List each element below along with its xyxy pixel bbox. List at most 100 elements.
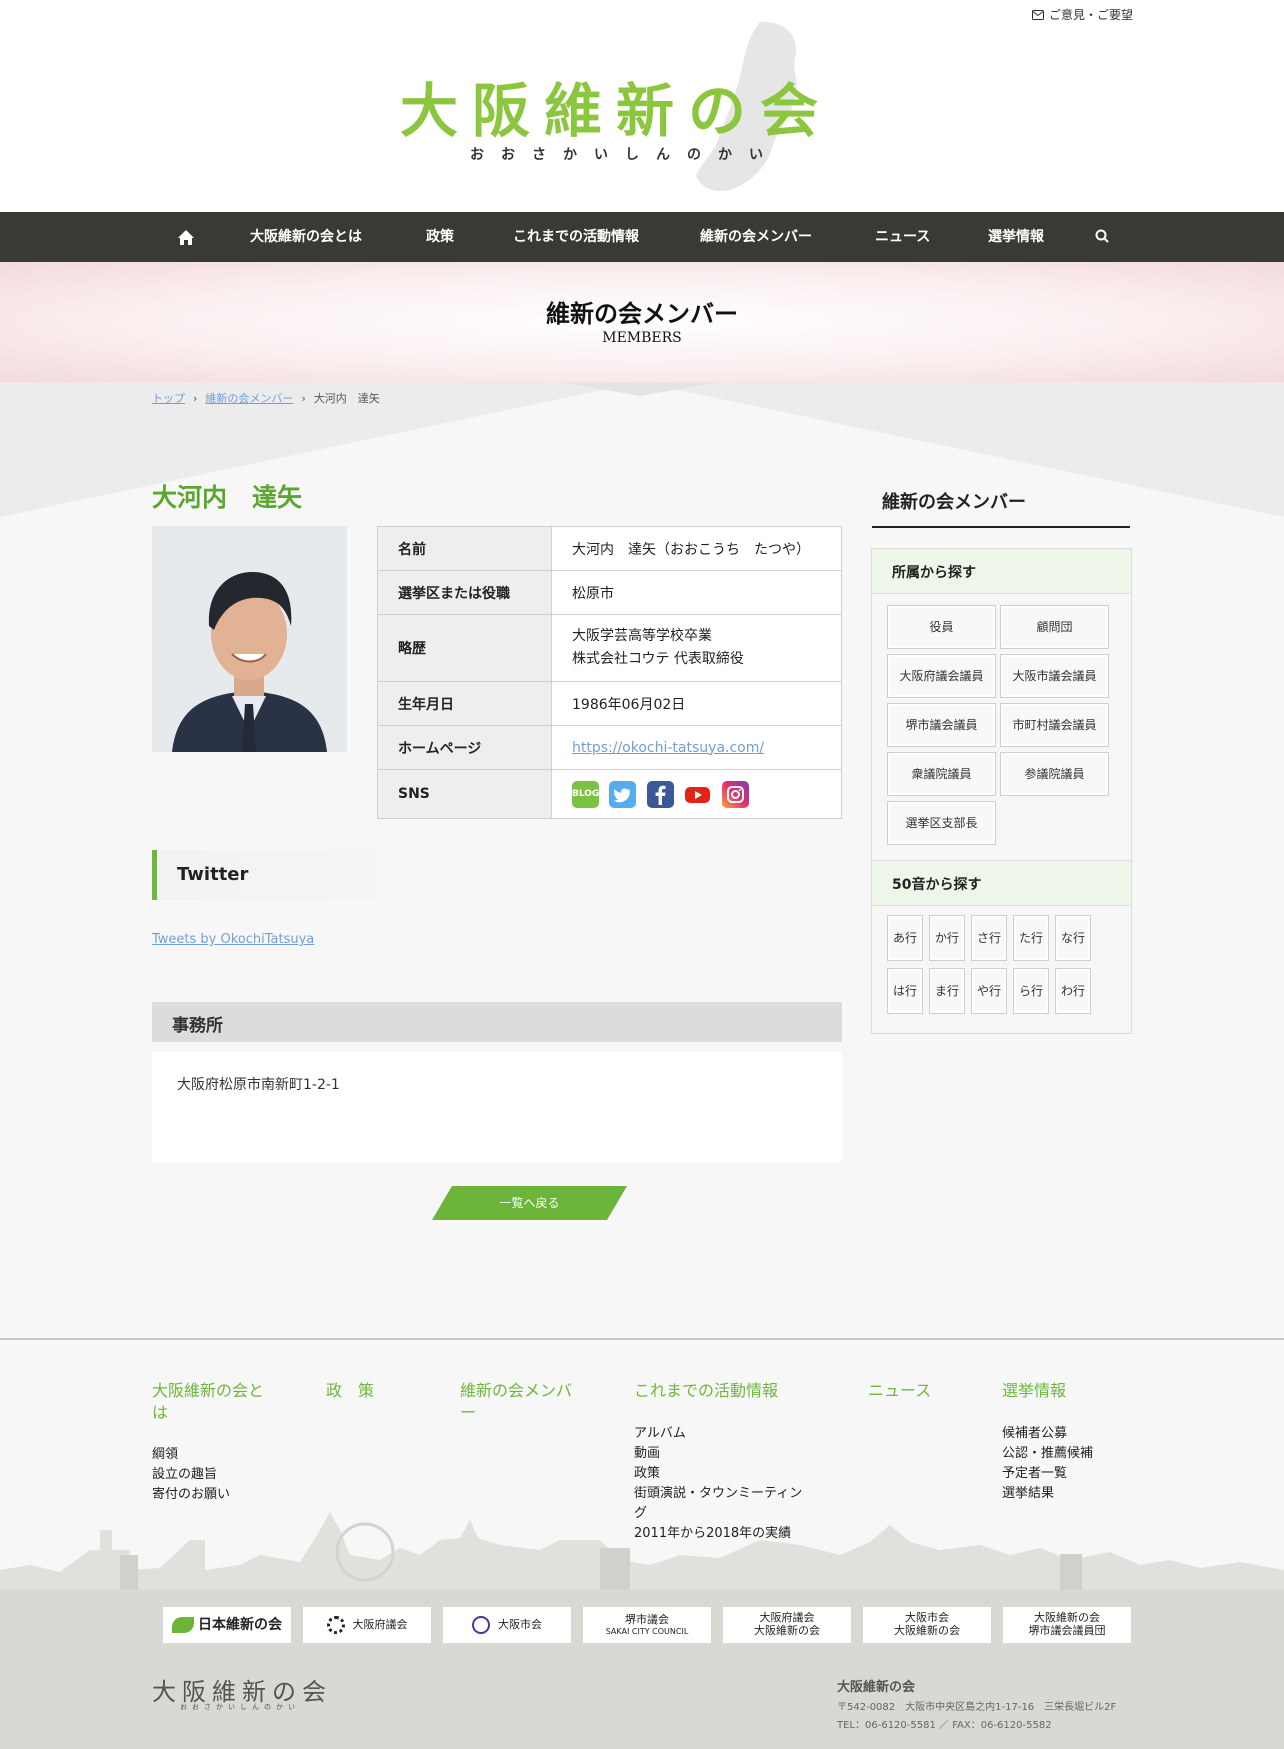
filter-sakai-assembly[interactable]: 堺市議会議員 (887, 703, 996, 747)
nav-about[interactable]: 大阪維新の会とは (250, 212, 362, 262)
footer-link[interactable]: 動画 (634, 1444, 660, 1464)
member-photo (152, 526, 347, 752)
facebook-icon[interactable] (646, 780, 674, 808)
partner-label: 日本維新の会 (198, 1616, 282, 1633)
profile-row: SNS BLOG (377, 769, 842, 819)
breadcrumb-top[interactable]: トップ (152, 390, 185, 406)
leaf-icon (172, 1617, 194, 1633)
footer-link[interactable]: アルバム (634, 1424, 686, 1444)
partner-label: 大阪市会 (498, 1617, 542, 1631)
profile-label: 生年月日 (377, 681, 552, 726)
instagram-icon[interactable] (721, 780, 749, 808)
footer-link[interactable]: 選挙結果 (1002, 1484, 1054, 1504)
footer-col-election[interactable]: 選挙情報 (1002, 1380, 1066, 1402)
partner-label: 大阪維新の会 (894, 1624, 960, 1637)
footer-link[interactable]: 街頭演説・タウンミーティング (634, 1484, 804, 1524)
kana-na[interactable]: な行 (1055, 915, 1091, 961)
nav-members[interactable]: 維新の会メンバー (700, 212, 812, 262)
footer-col-news[interactable]: ニュース (868, 1380, 931, 1402)
footer-address: 〒542-0082 大阪市中央区島之内1-17-16 三栄長堀ビル2F (837, 1702, 1117, 1713)
profile-label: 略歴 (377, 614, 552, 682)
home-icon[interactable] (177, 212, 195, 262)
emblem-icon (472, 1616, 490, 1634)
partner-nippon-ishin[interactable]: 日本維新の会 (163, 1607, 291, 1643)
filter-house-of-representatives[interactable]: 衆議院議員 (887, 752, 996, 796)
footer-col-members[interactable]: 維新の会メンバー (460, 1380, 580, 1424)
profile-row: 略歴 大阪学芸高等学校卒業 株式会社コウテ 代表取締役 (377, 614, 842, 682)
career-line: 大阪学芸高等学校卒業 (572, 628, 712, 644)
filter-house-of-councillors[interactable]: 参議院議員 (1000, 752, 1109, 796)
kana-ma[interactable]: ま行 (929, 968, 965, 1014)
profile-label: 選挙区または役職 (377, 570, 552, 615)
twitter-icon[interactable] (609, 780, 637, 808)
filter-prefectural-assembly[interactable]: 大阪府議会議員 (887, 654, 996, 698)
footer-link[interactable]: 候補者公募 (1002, 1424, 1067, 1444)
member-name: 大河内 達矢 (152, 483, 303, 512)
office-address: 大阪府松原市南新町1-2-1 (177, 1077, 340, 1093)
site-logo[interactable]: 大阪維新の会 おおさかいしんのかい (400, 18, 880, 198)
homepage-link[interactable]: https://okochi-tatsuya.com/ (572, 740, 764, 756)
footer-col-policy[interactable]: 政 策 (326, 1380, 374, 1402)
kana-sa[interactable]: さ行 (971, 915, 1007, 961)
partner-sakai-ishin-group[interactable]: 大阪維新の会 堺市議会議員団 (1003, 1607, 1131, 1643)
profile-value: 大河内 達矢（おおこうち たつや） (551, 526, 842, 571)
breadcrumb-members[interactable]: 維新の会メンバー (205, 390, 293, 406)
partner-osaka-city-council[interactable]: 大阪市会 (443, 1607, 571, 1643)
nav-activities[interactable]: これまでの活動情報 (513, 212, 639, 262)
kana-ta[interactable]: た行 (1013, 915, 1049, 961)
filter-branch-chiefs[interactable]: 選挙区支部長 (887, 801, 996, 845)
breadcrumb: トップ › 維新の会メンバー › 大河内 達矢 (152, 390, 380, 406)
filter-municipal-assembly[interactable]: 市町村議会議員 (1000, 703, 1109, 747)
partner-city-ishin-group[interactable]: 大阪市会 大阪維新の会 (863, 1607, 991, 1643)
kana-ya[interactable]: や行 (971, 968, 1007, 1014)
footer-col-activities[interactable]: これまでの活動情報 (634, 1380, 778, 1402)
filter-city-assembly[interactable]: 大阪市議会議員 (1000, 654, 1109, 698)
office-heading-text: 事務所 (172, 1016, 223, 1036)
partner-pref-ishin-group[interactable]: 大阪府議会 大阪維新の会 (723, 1607, 851, 1643)
footer-col-about[interactable]: 大阪維新の会とは (152, 1380, 272, 1424)
partner-sakai-council[interactable]: 堺市議会 SAKAI CITY COUNCIL (583, 1607, 711, 1643)
profile-row: 名前 大河内 達矢（おおこうち たつや） (377, 526, 842, 571)
nav-election[interactable]: 選挙情報 (988, 212, 1044, 262)
profile-label: SNS (377, 769, 552, 819)
footer-link[interactable]: 予定者一覧 (1002, 1464, 1067, 1484)
footer-link[interactable]: 寄付のお願い (152, 1485, 230, 1505)
footer-link[interactable]: 2011年から2018年の実績 (634, 1524, 791, 1544)
partner-label: 堺市議会議員団 (1028, 1624, 1106, 1637)
profile-value: 1986年06月02日 (551, 681, 842, 726)
kana-ra[interactable]: ら行 (1013, 968, 1049, 1014)
main-nav: 大阪維新の会とは 政策 これまでの活動情報 維新の会メンバー ニュース 選挙情報 (0, 212, 1284, 262)
filter-advisors[interactable]: 顧問団 (1000, 605, 1109, 649)
search-icon[interactable] (1095, 212, 1109, 262)
footer-logo-kana: おおさかいしんのかい (180, 1703, 300, 1711)
footer-logo[interactable]: 大阪維新の会 おおさかいしんのかい (152, 1672, 332, 1712)
profile-row: ホームページ https://okochi-tatsuya.com/ (377, 725, 842, 770)
feedback-link[interactable]: ご意見・ご要望 (1031, 6, 1133, 23)
chevron-right-icon: › (193, 391, 198, 405)
partner-osaka-pref-assembly[interactable]: 大阪府議会 (303, 1607, 431, 1643)
footer-link[interactable]: 綱領 (152, 1445, 178, 1465)
affiliation-heading-text: 所属から探す (892, 565, 976, 581)
kana-ka[interactable]: か行 (929, 915, 965, 961)
footer-link[interactable]: 政策 (634, 1464, 660, 1484)
mail-icon (1031, 9, 1044, 20)
footer-link[interactable]: 設立の趣旨 (152, 1465, 217, 1485)
filter-officers[interactable]: 役員 (887, 605, 996, 649)
logo-kana: おおさかいしんのかい (470, 147, 780, 163)
kana-a[interactable]: あ行 (887, 915, 923, 961)
youtube-icon[interactable] (684, 780, 712, 808)
nav-policy[interactable]: 政策 (426, 212, 454, 262)
profile-value: 大阪学芸高等学校卒業 株式会社コウテ 代表取締役 (551, 614, 842, 682)
sidebar-filter-box: 所属から探す 役員 顧問団 大阪府議会議員 大阪市議会議員 堺市議会議員 市町村… (871, 548, 1132, 1034)
career-line: 株式会社コウテ 代表取締役 (572, 651, 744, 667)
back-to-list-button[interactable]: 一覧へ戻る (432, 1186, 627, 1220)
kana-heading: 50音から探す (872, 860, 1131, 906)
nav-news[interactable]: ニュース (875, 212, 930, 262)
kana-wa[interactable]: わ行 (1055, 968, 1091, 1014)
tweets-link[interactable]: Tweets by OkochiTatsuya (152, 932, 314, 947)
footer-link[interactable]: 公認・推薦候補 (1002, 1444, 1093, 1464)
partner-label-en: SAKAI CITY COUNCIL (605, 1626, 689, 1636)
blog-icon[interactable]: BLOG (572, 780, 599, 808)
feedback-label: ご意見・ご要望 (1048, 8, 1133, 22)
kana-ha[interactable]: は行 (887, 968, 923, 1014)
